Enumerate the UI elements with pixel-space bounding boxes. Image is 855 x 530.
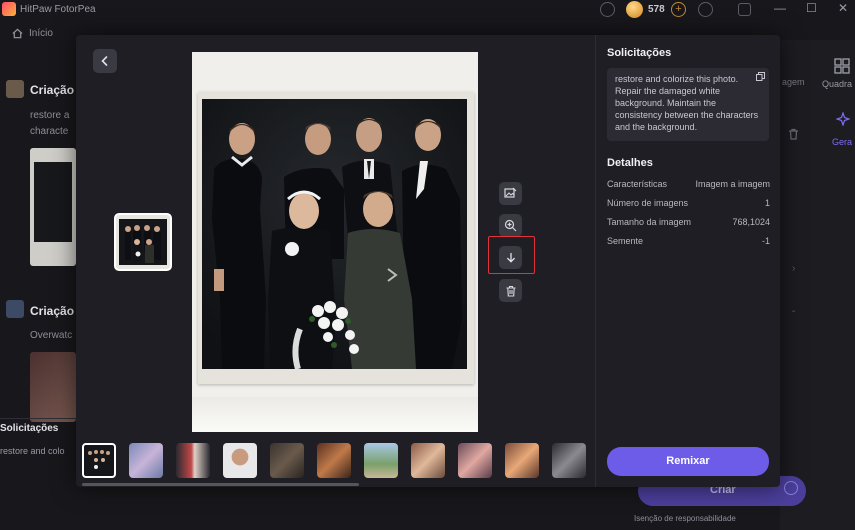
strip-thumbnail[interactable]: [411, 443, 445, 478]
thumbnail-figures: [125, 225, 161, 263]
prompt-text-box: restore and colorize this photo. Repair …: [607, 68, 769, 141]
creation-avatar: [6, 80, 24, 98]
detail-value-image-size: 768,1024: [732, 217, 770, 227]
detail-value-seed: -1: [761, 236, 770, 246]
thumbnail-scrollbar[interactable]: [82, 483, 359, 486]
chat-icon[interactable]: [600, 2, 615, 17]
app-logo-icon: [2, 2, 16, 16]
strip-thumbnail[interactable]: [82, 443, 116, 478]
coin-icon: [626, 1, 643, 18]
image-detail-modal: Solicitações restore and colorize this p…: [76, 35, 780, 487]
info-icon[interactable]: [784, 481, 798, 495]
creation-title-2: Criação: [30, 304, 75, 318]
strip-thumbnail[interactable]: [317, 443, 351, 478]
tab-generate[interactable]: Gera: [832, 137, 852, 147]
details-title: Detalhes: [607, 157, 653, 169]
prompt-text: restore and colorize this photo. Repair …: [615, 74, 759, 132]
detail-label-image-count: Número de imagens: [607, 198, 689, 208]
strip-thumbnail[interactable]: [364, 443, 398, 478]
sparkle-icon: [836, 112, 850, 126]
creation-title: Criação: [30, 83, 75, 97]
creation-text-3: Overwatc: [30, 330, 73, 341]
detail-label-features: Características: [607, 179, 668, 189]
zoom-in-icon: [504, 219, 517, 232]
disclaimer-link[interactable]: Isenção de responsabilidade: [634, 514, 736, 523]
bg-chevron-up-icon[interactable]: ˆ: [792, 310, 795, 321]
app-title: HitPaw FotorPea: [20, 4, 96, 15]
image-edit-icon: [504, 187, 517, 198]
title-bar: HitPaw FotorPea 578 + — ☐ ✕: [0, 0, 855, 20]
image-edit-button[interactable]: [499, 182, 522, 205]
maximize-icon[interactable]: ☐: [806, 1, 817, 15]
detail-label-seed: Semente: [607, 236, 644, 246]
creation-text-1: restore a: [30, 110, 70, 121]
coin-count: 578: [648, 4, 665, 15]
photo-figures: [202, 99, 467, 369]
strip-thumbnail[interactable]: [505, 443, 539, 478]
thumbnail-strip: [82, 443, 590, 479]
copy-icon[interactable]: [756, 72, 765, 81]
bg-tab-image[interactable]: agem: [782, 77, 805, 87]
creation-text-2: characte: [30, 126, 69, 137]
prompt-title: Solicitações: [607, 47, 672, 59]
panel-divider: [595, 35, 596, 487]
creation-avatar-2: [6, 300, 24, 318]
strip-thumbnail[interactable]: [129, 443, 163, 478]
creation-thumbnail-2[interactable]: [30, 352, 76, 422]
user-avatar-icon[interactable]: [698, 2, 713, 17]
delete-button[interactable]: [499, 279, 522, 302]
strip-thumbnail[interactable]: [270, 443, 304, 478]
home-icon: [12, 28, 23, 39]
remix-button[interactable]: Remixar: [607, 447, 769, 476]
home-label: Início: [29, 28, 53, 39]
strip-thumbnail[interactable]: [223, 443, 257, 478]
home-link[interactable]: Início: [12, 28, 53, 39]
minimize-icon[interactable]: —: [774, 1, 786, 15]
back-arrow-icon: [101, 56, 108, 66]
add-coins-button[interactable]: +: [671, 2, 686, 17]
close-window-icon[interactable]: ✕: [838, 1, 848, 15]
selected-thumbnail[interactable]: [114, 213, 172, 271]
bg-prompt-title: Solicitações: [0, 423, 59, 434]
strip-thumbnail[interactable]: [176, 443, 210, 478]
bg-prompt-text: restore and colo: [0, 446, 65, 456]
zoom-in-button[interactable]: [499, 214, 522, 237]
trash-icon: [506, 285, 515, 297]
back-button[interactable]: [93, 49, 117, 73]
bg-chevron-right-icon[interactable]: ›: [792, 263, 795, 274]
detail-value-image-count: 1: [764, 198, 770, 208]
menu-icon[interactable]: [738, 3, 751, 16]
creation-thumbnail[interactable]: [30, 148, 76, 266]
download-highlight-box: [488, 236, 535, 274]
tab-quadra[interactable]: Quadra: [822, 79, 852, 89]
grid-icon: [834, 58, 850, 74]
strip-thumbnail[interactable]: [458, 443, 492, 478]
strip-thumbnail[interactable]: [552, 443, 586, 478]
main-image: [192, 52, 478, 432]
bg-trash-icon[interactable]: [788, 128, 799, 140]
detail-label-image-size: Tamanho da imagem: [607, 217, 692, 227]
detail-value-features: Imagem a imagem: [695, 179, 770, 189]
